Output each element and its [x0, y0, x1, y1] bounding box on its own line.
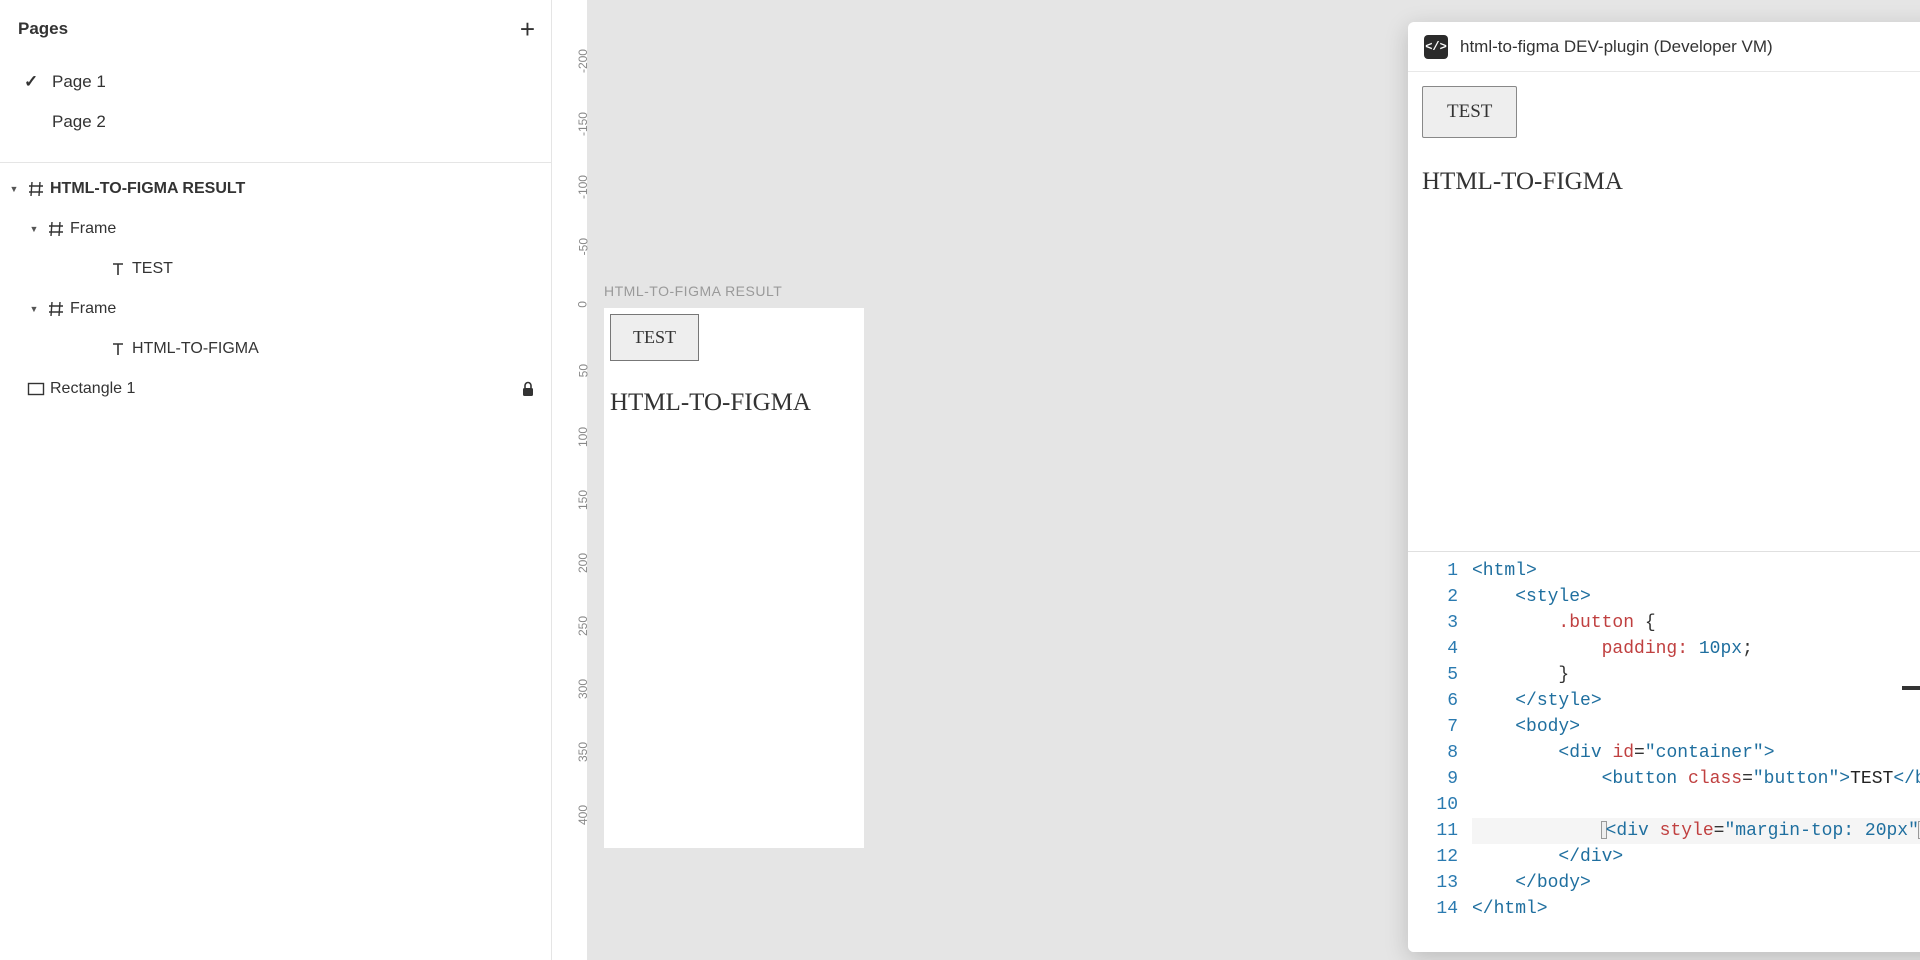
rect-icon [22, 382, 50, 396]
page-item[interactable]: Page 1 [0, 62, 551, 102]
layer-row[interactable]: ▼ Frame [0, 209, 551, 249]
plugin-title: html-to-figma DEV-plugin (Developer VM) [1460, 37, 1920, 57]
plugin-header: </> html-to-figma DEV-plugin (Developer … [1408, 22, 1920, 72]
layer-tree: ▼ HTML-TO-FIGMA RESULT ▼ Frame TEST ▼ Frame HTM… [0, 163, 551, 409]
code-line[interactable]: <style> [1472, 584, 1920, 610]
layer-name: TEST [132, 260, 535, 278]
plugin-preview: TEST HTML-TO-FIGMA [1408, 72, 1920, 552]
expand-arrow-icon[interactable]: ▼ [26, 304, 42, 314]
layer-name: Rectangle 1 [50, 380, 521, 398]
ruler-tick: 300 [576, 679, 590, 699]
add-page-icon[interactable]: + [520, 16, 535, 42]
page-list: Page 1Page 2 [0, 58, 551, 162]
code-lines[interactable]: <html> <style> .button { padding: 10px; … [1472, 552, 1920, 952]
code-line[interactable]: } [1472, 662, 1920, 688]
canvas[interactable]: -200-150-100-50050100150200250300350400 … [552, 0, 1920, 960]
ruler-tick: -200 [576, 49, 590, 73]
code-line[interactable]: .button { [1472, 610, 1920, 636]
layer-name: HTML-TO-FIGMA RESULT [50, 180, 535, 198]
left-panel: Pages + Page 1Page 2 ▼ HTML-TO-FIGMA RESU… [0, 0, 552, 960]
plugin-window: </> html-to-figma DEV-plugin (Developer … [1408, 22, 1920, 952]
code-line[interactable]: <html> [1472, 558, 1920, 584]
code-editor[interactable]: 1234567891011121314 <html> <style> .butt… [1408, 552, 1920, 952]
ruler-tick: 50 [576, 364, 590, 377]
code-line[interactable]: <button class="button">TEST</button> [1472, 766, 1920, 792]
layer-name: Frame [70, 220, 535, 238]
pages-header: Pages + [0, 0, 551, 58]
code-line[interactable]: </body> [1472, 870, 1920, 896]
ruler-tick: 0 [576, 301, 590, 308]
layer-row[interactable]: ▼ Frame [0, 289, 551, 329]
canvas-heading[interactable]: HTML-TO-FIGMA [610, 389, 864, 417]
code-line[interactable] [1472, 792, 1920, 818]
ruler-tick: 150 [576, 490, 590, 510]
ruler-tick: 400 [576, 805, 590, 825]
layer-name: HTML-TO-FIGMA [132, 340, 535, 358]
ruler-tick: -50 [576, 238, 590, 255]
text-icon [104, 340, 132, 358]
code-line[interactable]: </style> [1472, 688, 1920, 714]
scroll-indicator [1902, 686, 1920, 690]
preview-heading: HTML-TO-FIGMA [1422, 168, 1920, 196]
text-icon [104, 260, 132, 278]
ruler-tick: 350 [576, 742, 590, 762]
code-line[interactable]: </div> [1472, 844, 1920, 870]
code-line[interactable]: <body> [1472, 714, 1920, 740]
hash-icon [42, 220, 70, 238]
layer-row[interactable]: ▼ HTML-TO-FIGMA RESULT [0, 169, 551, 209]
code-line[interactable]: </html> [1472, 896, 1920, 922]
layer-row[interactable]: HTML-TO-FIGMA [0, 329, 551, 369]
ruler-tick: -100 [576, 175, 590, 199]
canvas-frame[interactable]: TEST HTML-TO-FIGMA [604, 308, 864, 848]
plugin-logo-icon: </> [1424, 35, 1448, 59]
preview-test-button[interactable]: TEST [1422, 86, 1517, 138]
vertical-ruler: -200 -150 -100 -50 0 50 100 150 200 250 300 350 400 [552, 0, 588, 960]
ruler-tick: 250 [576, 616, 590, 636]
lock-icon [521, 381, 535, 397]
page-item[interactable]: Page 2 [0, 102, 551, 142]
layer-name: Frame [70, 300, 535, 318]
layer-row[interactable]: Rectangle 1 [0, 369, 551, 409]
ruler-tick: -150 [576, 112, 590, 136]
canvas-test-button[interactable]: TEST [610, 314, 699, 361]
frame-label[interactable]: HTML-TO-FIGMA RESULT [604, 283, 782, 299]
expand-arrow-icon[interactable]: ▼ [6, 184, 22, 194]
hash-icon [22, 180, 50, 198]
code-line[interactable]: padding: 10px; [1472, 636, 1920, 662]
ruler-tick: 200 [576, 553, 590, 573]
hash-icon [42, 300, 70, 318]
code-gutter: 1234567891011121314 [1408, 552, 1472, 952]
code-line[interactable]: <div id="container"> [1472, 740, 1920, 766]
ruler-tick: 100 [576, 427, 590, 447]
layer-row[interactable]: TEST [0, 249, 551, 289]
code-line[interactable]: <div style="margin-top: 20px">HTML-TO-FI… [1472, 818, 1920, 844]
pages-label: Pages [18, 19, 68, 39]
expand-arrow-icon[interactable]: ▼ [26, 224, 42, 234]
